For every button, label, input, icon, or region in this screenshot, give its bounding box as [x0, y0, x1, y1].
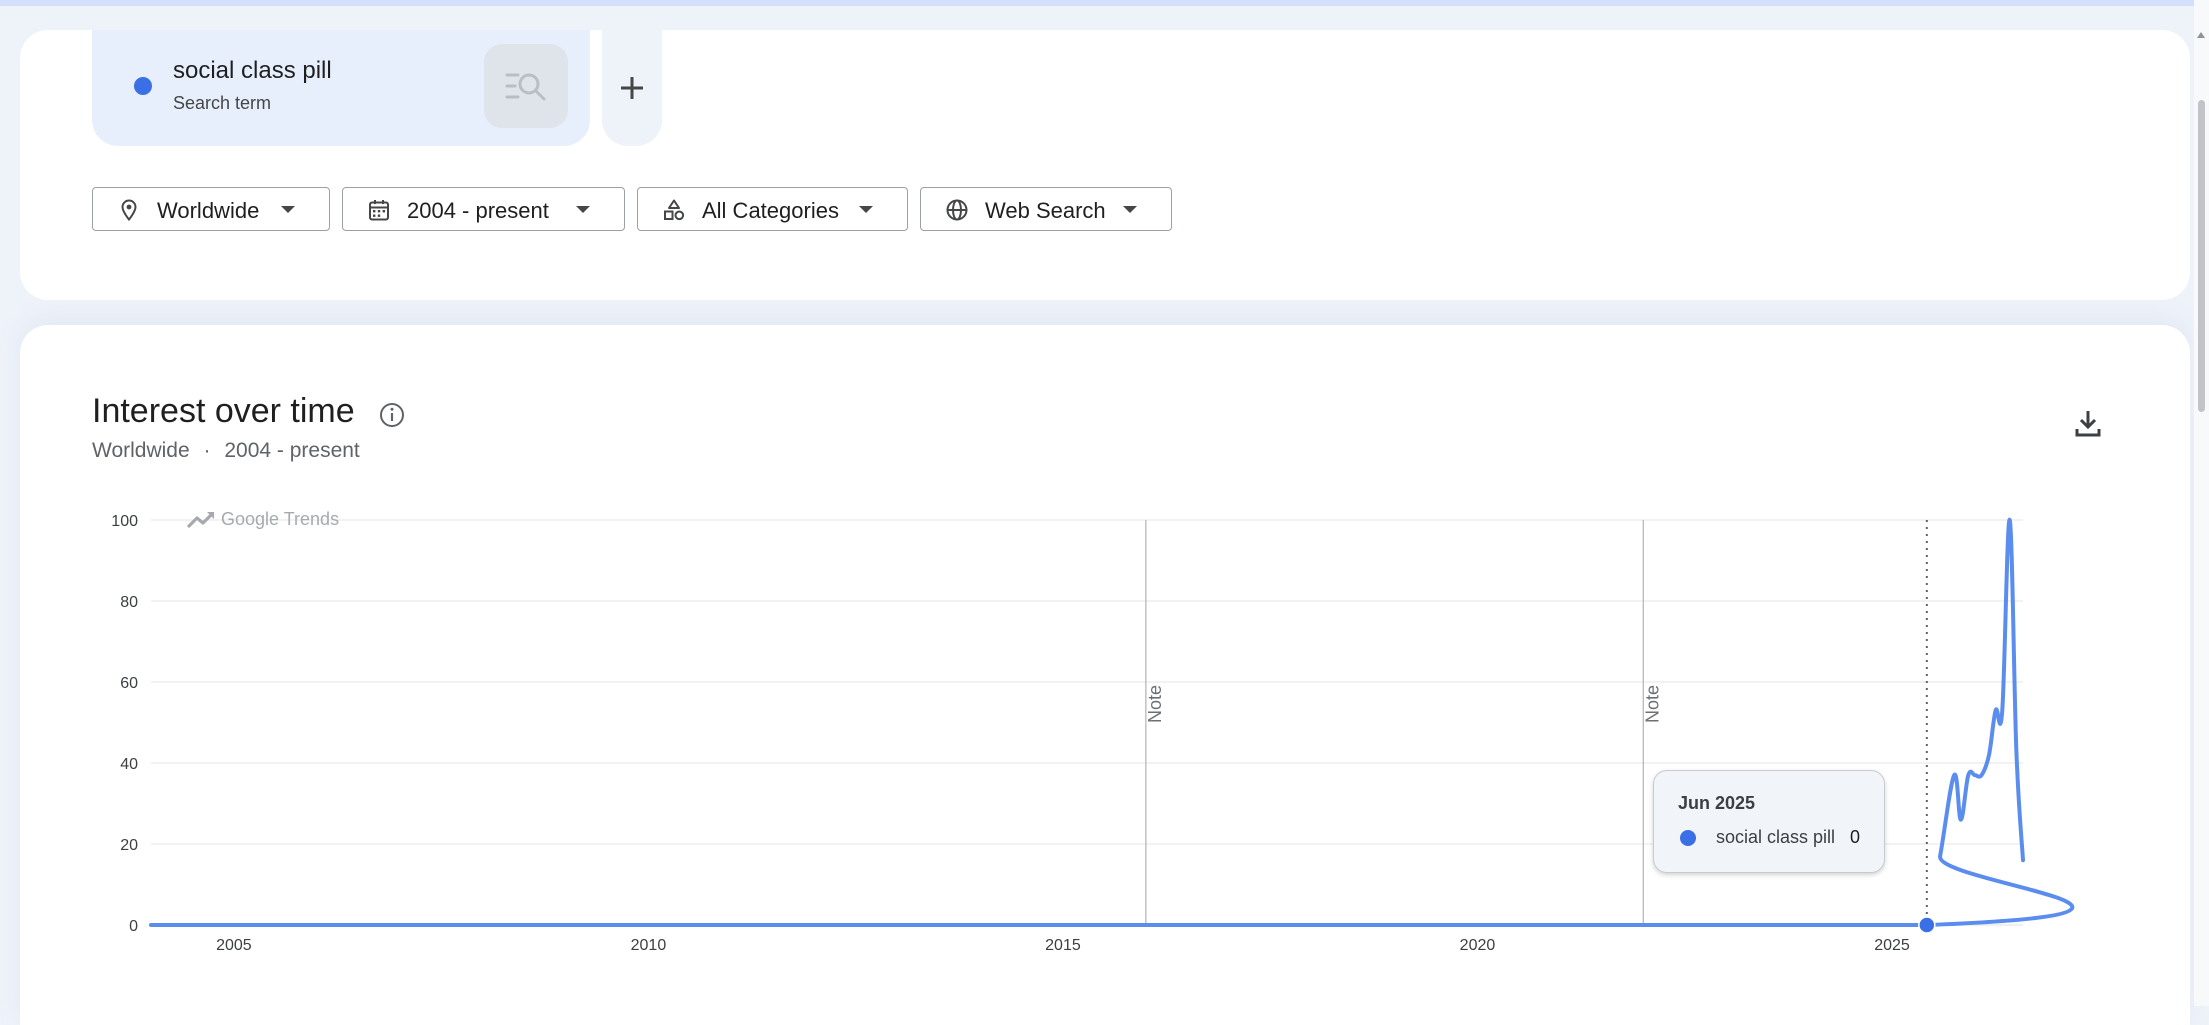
y-tick-label: 60 [120, 675, 138, 692]
scrollbar-thumb[interactable] [2198, 100, 2205, 412]
x-tick-label: 2025 [1874, 937, 1910, 954]
note-label: Note [1642, 685, 1662, 723]
x-tick-label: 2010 [631, 937, 667, 954]
watermark-text: Google Trends [221, 509, 339, 529]
google-trends-watermark: Google Trends [186, 509, 339, 529]
y-tick-label: 100 [111, 513, 138, 530]
tooltip-series-dot [1680, 830, 1696, 846]
tooltip-value: 0 [1850, 827, 1861, 847]
y-tick-label: 40 [120, 756, 138, 773]
tooltip-date: Jun 2025 [1678, 793, 1756, 813]
x-tick-label: 2015 [1045, 937, 1081, 954]
y-tick-label: 20 [120, 837, 138, 854]
x-tick-label: 2005 [216, 937, 252, 954]
chart-tooltip: Jun 2025 social class pill 0 [1653, 770, 1885, 873]
y-tick-label: 0 [129, 918, 138, 935]
tooltip-series-name: social class pill [1716, 827, 1836, 847]
page-scrollbar[interactable] [2194, 0, 2209, 1006]
hover-point [1918, 916, 1936, 934]
x-tick-label: 2020 [1460, 937, 1496, 954]
y-tick-label: 80 [120, 594, 138, 611]
note-label: Note [1145, 685, 1165, 723]
scroll-up-arrow-icon[interactable] [2197, 32, 2205, 38]
